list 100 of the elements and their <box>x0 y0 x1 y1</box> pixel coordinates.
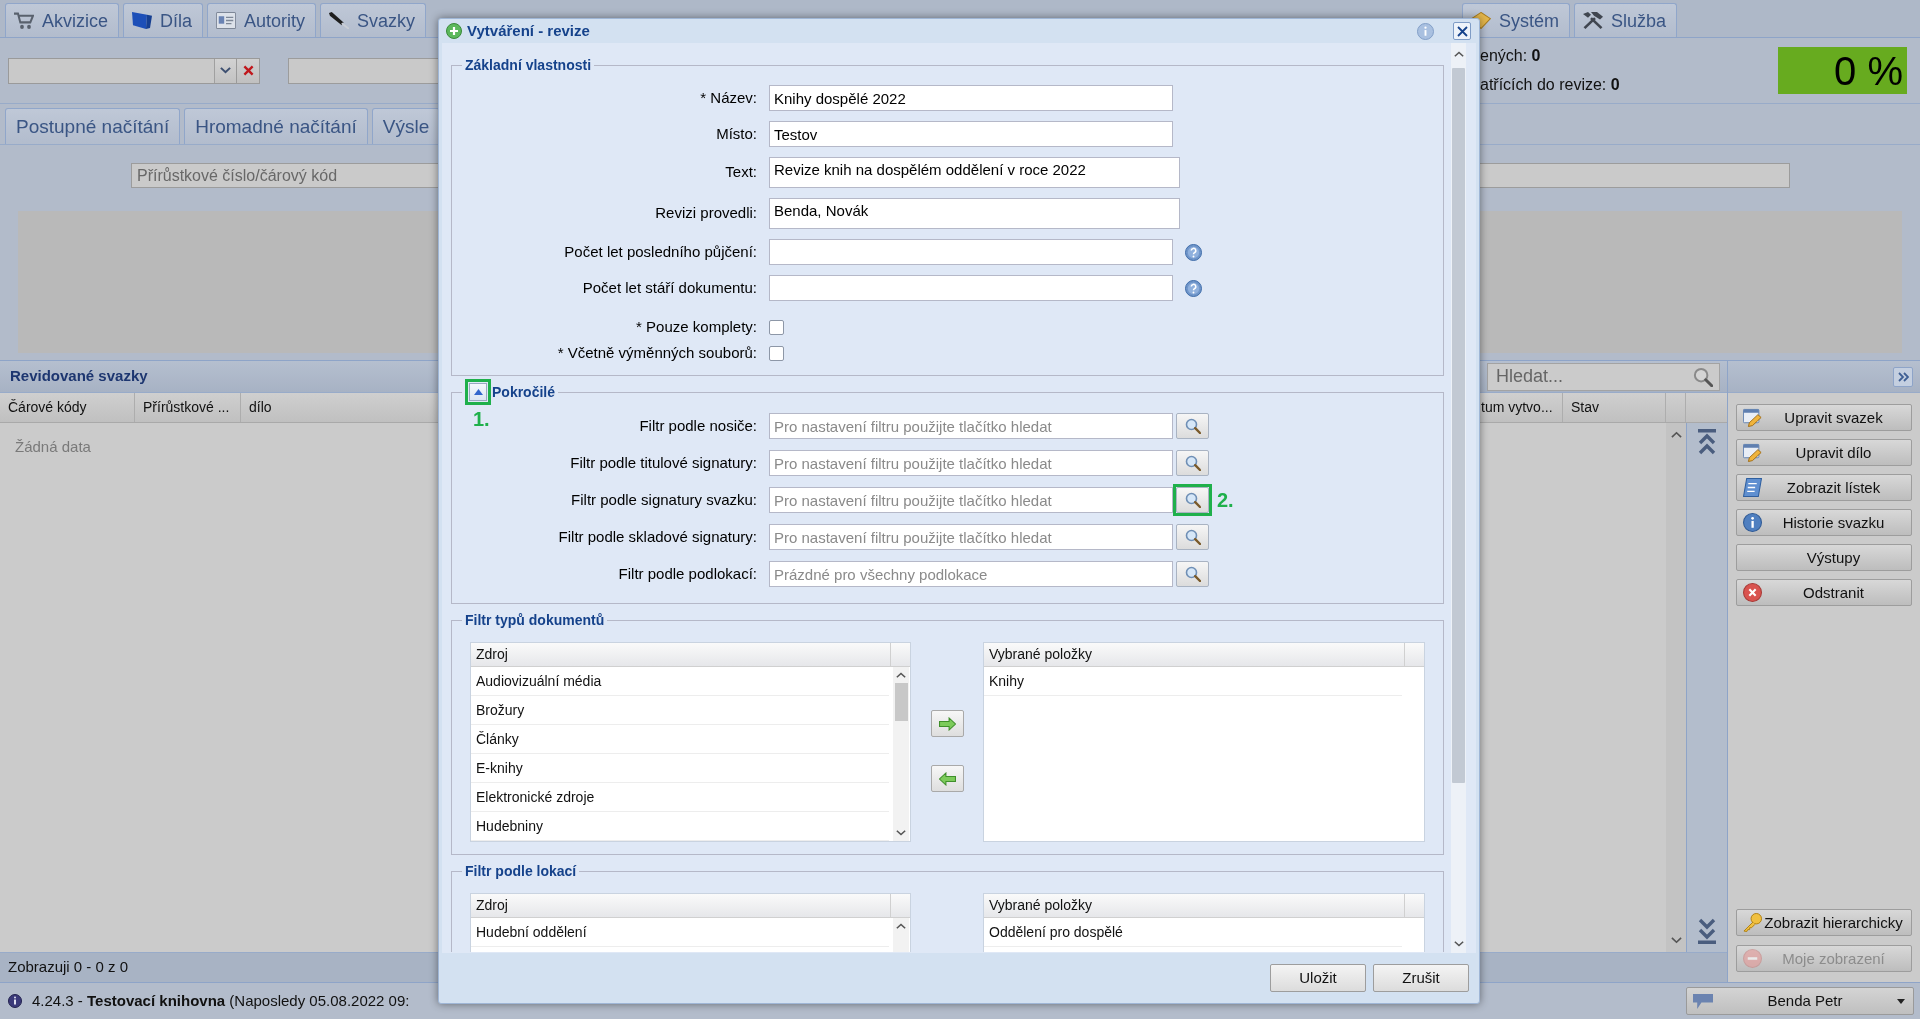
search-icon <box>1184 418 1201 434</box>
search-button[interactable] <box>1176 561 1209 587</box>
action-button[interactable]: Upravit dílo <box>1736 439 1912 466</box>
stat-text: ených: 0 <box>1480 46 1541 66</box>
annotation-label: 1. <box>473 409 490 429</box>
search-button[interactable] <box>1176 524 1209 550</box>
field-label: Místo: <box>716 123 757 144</box>
progress-indicator: 0 % <box>1778 47 1907 94</box>
scrollbar[interactable] <box>1666 423 1686 952</box>
search-button[interactable] <box>1176 413 1209 439</box>
field-label: Filtr podle signatury svazku: <box>571 489 757 510</box>
text-area[interactable]: Revize knih na dospělém oddělení v roce 2022 <box>769 157 1180 188</box>
close-button[interactable] <box>1453 22 1471 40</box>
tab[interactable]: Postupné načítání <box>5 108 181 144</box>
scrollbar-thumb[interactable] <box>1452 68 1465 783</box>
pencil-window-icon <box>1743 408 1762 427</box>
filter-field[interactable]: Pro nastavení filtru použijte tlačítko hledat <box>769 524 1173 550</box>
field-label: Počet let stáří dokumentu: <box>582 277 757 298</box>
key-icon <box>1743 913 1762 932</box>
filter-field[interactable]: Pro nastavení filtru použijte tlačítko hledat <box>769 413 1173 439</box>
list-item[interactable]: Audiovizuální média <box>471 667 889 696</box>
close-icon <box>1456 25 1468 37</box>
triangle-up-icon <box>473 389 483 395</box>
chevron-up-icon <box>896 672 906 678</box>
arrow-left-icon <box>938 771 956 786</box>
search-icon <box>1184 529 1201 545</box>
action-button[interactable]: Historie svazku <box>1736 509 1912 536</box>
column-header[interactable]: dílo <box>241 393 438 422</box>
tab[interactable]: Autority <box>207 3 317 37</box>
text-field[interactable]: Testov <box>769 121 1173 147</box>
list-item[interactable]: Hudebniny <box>471 812 889 841</box>
list-item[interactable]: Elektronické zdroje <box>471 783 889 812</box>
field-label: Text: <box>725 162 757 183</box>
field-label: * Název: <box>700 87 757 108</box>
dropdown-button[interactable] <box>214 58 236 83</box>
annotation-label: 2. <box>1217 490 1234 510</box>
user-menu-button[interactable]: Benda Petr <box>1686 987 1914 1015</box>
filter-field[interactable]: Pro nastavení filtru použijte tlačítko hledat <box>769 450 1173 476</box>
collapse-button[interactable] <box>1893 366 1913 387</box>
dialog-button[interactable]: Uložit <box>1270 964 1366 992</box>
barcode-field[interactable]: Přírůstkové číslo/čárový kód <box>131 163 438 188</box>
tab[interactable]: Výsle <box>371 108 441 144</box>
help-icon[interactable] <box>1185 279 1202 297</box>
clear-button[interactable] <box>237 57 260 84</box>
list-item[interactable]: Články <box>471 725 889 754</box>
field-label: * Pouze komplety: <box>636 316 757 337</box>
filter-field[interactable]: Pro nastavení filtru použijte tlačítko hledat <box>769 487 1173 513</box>
barcode-field[interactable] <box>1480 163 1790 188</box>
tab[interactable]: Svazky <box>320 3 427 37</box>
column-header[interactable]: Stav <box>1563 393 1666 422</box>
list-item[interactable]: Brožury <box>471 696 889 725</box>
tab[interactable]: Akvizice <box>5 3 119 37</box>
search-field[interactable]: Hledat... <box>1487 362 1720 391</box>
search-icon <box>1184 455 1201 471</box>
action-button[interactable]: Zobrazit hierarchicky <box>1736 909 1912 936</box>
search-button[interactable] <box>1176 450 1209 476</box>
action-button[interactable]: Zobrazit lístek <box>1736 474 1912 501</box>
tab[interactable]: Systém <box>1462 3 1570 37</box>
tools-icon <box>1583 12 1603 29</box>
chevron-up-icon <box>1670 431 1682 438</box>
scrollbar-thumb[interactable] <box>894 683 908 721</box>
paging-info: Zobrazuji 0 - 0 z 0 <box>8 957 129 978</box>
text-field[interactable] <box>769 239 1173 265</box>
scrollbar[interactable] <box>893 667 909 841</box>
tab[interactable]: Služba <box>1574 3 1678 37</box>
tab[interactable]: Hromadné načítání <box>184 108 368 144</box>
scrollbar[interactable] <box>1451 43 1466 953</box>
help-icon[interactable] <box>1185 243 1202 261</box>
tab[interactable]: Díla <box>123 3 204 37</box>
field-label: * Včetně výměnných souborů: <box>557 342 757 363</box>
book-icon <box>132 12 152 29</box>
column-header[interactable]: Čárové kódy <box>0 393 135 422</box>
column-header[interactable]: Přírůstkové ... <box>135 393 241 422</box>
list-item[interactable]: Hudební oddělení <box>471 918 889 947</box>
empty-message: Žádná data <box>15 437 91 457</box>
dialog-button[interactable]: Zrušit <box>1373 964 1469 992</box>
dialog-title: Vytváření - revize <box>467 20 590 41</box>
input-field[interactable] <box>288 57 438 84</box>
search-icon <box>1693 366 1713 387</box>
list-item[interactable]: Knihy <box>984 667 1402 696</box>
chevron-down-icon <box>896 830 906 836</box>
text-field[interactable]: Knihy dospělé 2022 <box>769 85 1173 111</box>
action-button[interactable]: Výstupy <box>1736 544 1912 571</box>
filter-field[interactable]: Prázdné pro všechny podlokace <box>769 561 1173 587</box>
action-button[interactable]: Upravit svazek <box>1736 404 1912 431</box>
double-chevron-up-icon[interactable] <box>1698 429 1716 455</box>
list-item[interactable]: E-knihy <box>471 754 889 783</box>
checkbox[interactable] <box>769 319 784 335</box>
plus-circle-icon <box>446 23 462 39</box>
action-button[interactable]: Odstranit <box>1736 579 1912 606</box>
text-field[interactable] <box>769 275 1173 301</box>
scrollbar[interactable] <box>893 918 909 952</box>
section-legend: Filtr typů dokumentů <box>462 612 608 628</box>
info-icon[interactable] <box>1417 22 1434 40</box>
text-area[interactable]: Benda, Novák <box>769 198 1180 229</box>
checkbox[interactable] <box>769 345 784 361</box>
move-left-button[interactable] <box>930 765 964 792</box>
double-chevron-down-icon[interactable] <box>1698 918 1716 944</box>
list-item[interactable]: Oddělení pro dospělé <box>984 918 1402 947</box>
move-right-button[interactable] <box>930 710 964 737</box>
